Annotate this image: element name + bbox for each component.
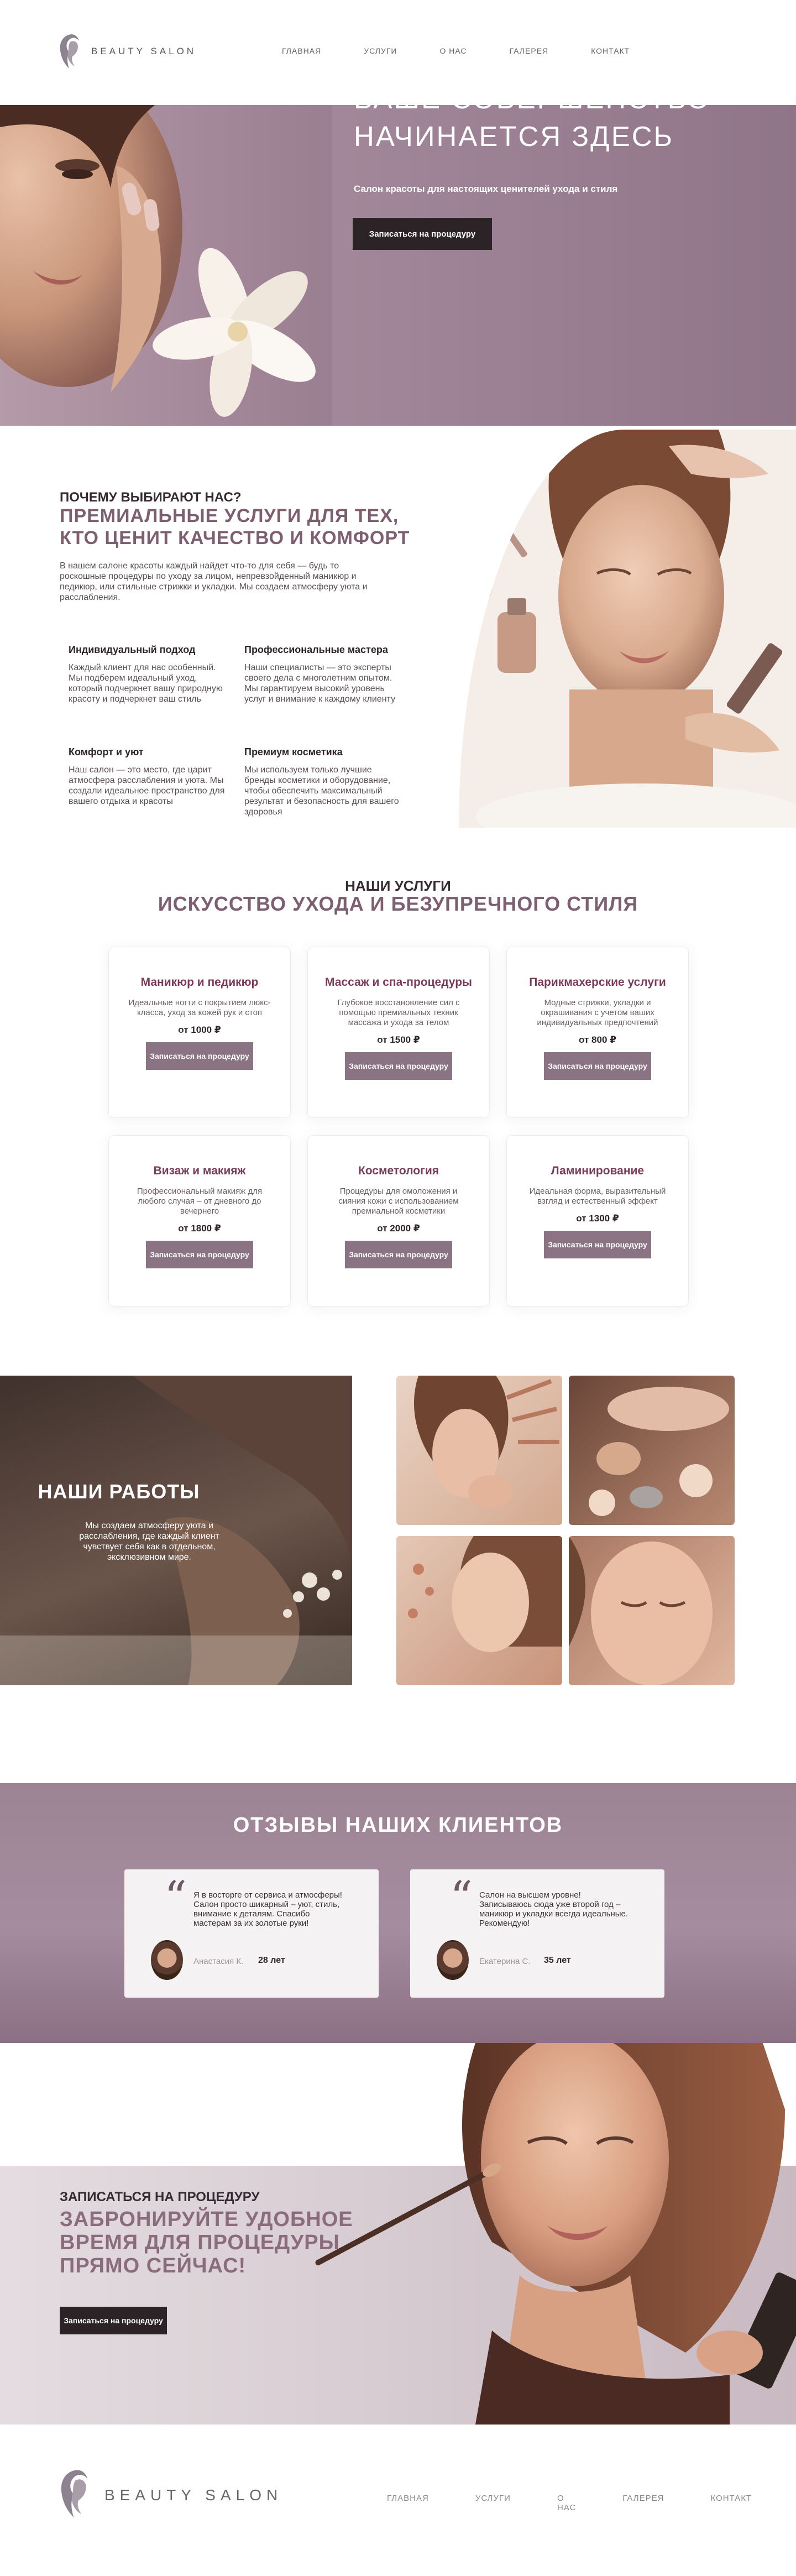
footer-nav-about[interactable]: О НАС bbox=[557, 2494, 576, 2512]
hero-subtitle: Салон красоты для настоящих ценителей ух… bbox=[354, 184, 618, 194]
service-book-button[interactable]: Записаться на процедуру bbox=[544, 1052, 651, 1080]
services-title: ИСКУССТВО УХОДА И БЕЗУПРЕЧНОГО СТИЛЯ bbox=[158, 892, 638, 915]
footer-nav-gallery[interactable]: ГАЛЕРЕЯ bbox=[622, 2494, 664, 2512]
service-text: Профессиональный макияж для любого случа… bbox=[137, 1187, 263, 1216]
review-age: 35 лет bbox=[544, 1956, 571, 1965]
service-card-manicure: Маникюр и педикюр Идеальные ногти с покр… bbox=[108, 947, 291, 1118]
feature-text: Мы используем только лучшие бренды косме… bbox=[244, 765, 399, 817]
logo-face-icon bbox=[57, 2466, 97, 2524]
nav-contact[interactable]: КОНТАКТ bbox=[591, 46, 630, 55]
why-title: ПРЕМИАЛЬНЫЕ УСЛУГИ ДЛЯ ТЕХ, КТО ЦЕНИТ КА… bbox=[60, 505, 410, 548]
feature-comfort: Комфорт и уют Наш салон — это место, где… bbox=[69, 746, 229, 807]
review-text: Салон на высшем уровне! Записываюсь сюда… bbox=[479, 1890, 629, 1928]
works-text: Мы создаем атмосферу уюта и расслабления… bbox=[79, 1521, 219, 1562]
review-name: Анастасия К. bbox=[193, 1957, 244, 1966]
review-card: “ Салон на высшем уровне! Записываюсь сю… bbox=[410, 1869, 664, 1998]
quote-icon: “ bbox=[164, 1872, 187, 1923]
hero-title-line1: ВАШЕ СОВЕРШЕНСТВО bbox=[354, 83, 711, 114]
review-avatar bbox=[437, 1940, 469, 1980]
service-title: Маникюр и педикюр bbox=[140, 976, 259, 989]
why-intro-text: В нашем салоне красоты каждый найдет что… bbox=[60, 561, 368, 602]
service-book-button[interactable]: Записаться на процедуру bbox=[345, 1052, 452, 1080]
review-name: Екатерина С. bbox=[479, 1957, 531, 1966]
nav-about[interactable]: О НАС bbox=[439, 46, 467, 55]
service-book-button[interactable]: Записаться на процедуру bbox=[544, 1231, 651, 1258]
brand-name: BEAUTY SALON bbox=[91, 46, 197, 56]
footer-nav-contact[interactable]: КОНТАКТ bbox=[710, 2494, 752, 2512]
gallery-image-4[interactable] bbox=[569, 1536, 735, 1685]
service-price: от 1000 ₽ bbox=[178, 1025, 221, 1035]
hero-title: ВАШЕ СОВЕРШЕНСТВО НАЧИНАЕТСЯ ЗДЕСЬ bbox=[354, 80, 774, 155]
service-price: от 800 ₽ bbox=[579, 1034, 616, 1045]
main-nav: ГЛАВНАЯ УСЛУГИ О НАС ГАЛЕРЕЯ КОНТАКТ bbox=[282, 46, 672, 55]
nav-services[interactable]: УСЛУГИ bbox=[364, 46, 397, 55]
service-title: Визаж и макияж bbox=[153, 1164, 246, 1177]
facial-treatment-image bbox=[459, 430, 796, 828]
nav-home[interactable]: ГЛАВНАЯ bbox=[282, 46, 321, 55]
review-text: Я в восторге от сервиса и атмосферы! Сал… bbox=[193, 1890, 342, 1928]
booking-title: ЗАБРОНИРУЙТЕ УДОБНОЕ ВРЕМЯ ДЛЯ ПРОЦЕДУРЫ… bbox=[60, 2208, 353, 2277]
service-title: Массаж и спа-процедуры bbox=[325, 976, 472, 989]
booking-kicker: ЗАПИСАТЬСЯ НА ПРОЦЕДУРУ bbox=[60, 2190, 260, 2204]
service-card-massage: Массаж и спа-процедуры Глубокое восстано… bbox=[307, 947, 490, 1118]
service-text: Глубокое восстановление сил с помощью пр… bbox=[337, 998, 460, 1027]
service-price: от 1500 ₽ bbox=[377, 1034, 420, 1045]
feature-title: Индивидуальный подход bbox=[69, 644, 196, 655]
review-card: “ Я в восторге от сервиса и атмосферы! С… bbox=[124, 1869, 379, 1998]
service-text: Идеальные ногти с покрытием люкс-класса,… bbox=[128, 998, 271, 1017]
feature-text: Каждый клиент для нас особенный. Мы подб… bbox=[69, 663, 223, 704]
service-book-button[interactable]: Записаться на процедуру bbox=[146, 1042, 253, 1070]
booking-image bbox=[310, 2043, 796, 2425]
quote-icon: “ bbox=[450, 1872, 473, 1923]
service-price: от 2000 ₽ bbox=[377, 1223, 420, 1234]
feature-individual: Индивидуальный подход Каждый клиент для … bbox=[69, 644, 229, 704]
feature-title: Комфорт и уют bbox=[69, 746, 144, 757]
footer-logo[interactable]: BEAUTY SALON bbox=[57, 2466, 282, 2524]
gallery-image-1[interactable] bbox=[396, 1376, 562, 1525]
service-card-makeup: Визаж и макияж Профессиональный макияж д… bbox=[108, 1135, 291, 1307]
feature-masters: Профессиональные мастера Наши специалист… bbox=[244, 644, 405, 704]
service-card-hair: Парикмахерские услуги Модные стрижки, ук… bbox=[506, 947, 689, 1118]
booking-button[interactable]: Записаться на процедуру bbox=[60, 2307, 167, 2334]
feature-text: Наши специалисты — это эксперты своего д… bbox=[244, 663, 396, 704]
service-title: Ламинирование bbox=[551, 1164, 645, 1177]
service-card-cosmetology: Косметология Процедуры для омоложения и … bbox=[307, 1135, 490, 1307]
service-card-lamination: Ламинирование Идеальная форма, выразител… bbox=[506, 1135, 689, 1307]
service-text: Модные стрижки, укладки и окрашивания с … bbox=[537, 998, 658, 1027]
service-price: от 1300 ₽ bbox=[576, 1213, 619, 1224]
feature-title: Профессиональные мастера bbox=[244, 644, 388, 655]
service-book-button[interactable]: Записаться на процедуру bbox=[345, 1241, 452, 1268]
footer-nav: ГЛАВНАЯ УСЛУГИ О НАС ГАЛЕРЕЯ КОНТАКТ bbox=[387, 2494, 796, 2512]
header-logo[interactable]: BEAUTY SALON bbox=[57, 32, 196, 71]
works-title: НАШИ РАБОТЫ bbox=[38, 1480, 200, 1503]
feature-text: Наш салон — это место, где царит атмосфе… bbox=[69, 765, 225, 806]
review-avatar bbox=[151, 1940, 183, 1980]
feature-title: Премиум косметика bbox=[244, 746, 343, 757]
footer-nav-services[interactable]: УСЛУГИ bbox=[475, 2494, 511, 2512]
service-title: Косметология bbox=[358, 1164, 439, 1177]
hero-book-button[interactable]: Записаться на процедуру bbox=[353, 218, 492, 250]
footer-brand-name: BEAUTY SALON bbox=[104, 2486, 283, 2504]
logo-face-icon bbox=[57, 32, 86, 71]
nav-gallery[interactable]: ГАЛЕРЕЯ bbox=[510, 46, 549, 55]
review-age: 28 лет bbox=[258, 1956, 285, 1965]
service-price: от 1800 ₽ bbox=[178, 1223, 221, 1234]
reviews-title: ОТЗЫВЫ НАШИХ КЛИЕНТОВ bbox=[233, 1814, 563, 1837]
service-text: Процедуры для омоложения и сияния кожи с… bbox=[338, 1187, 459, 1216]
hero-title-line2: НАЧИНАЕТСЯ ЗДЕСЬ bbox=[354, 121, 674, 152]
service-title: Парикмахерские услуги bbox=[529, 976, 666, 989]
why-kicker: ПОЧЕМУ ВЫБИРАЮТ НАС? bbox=[60, 490, 242, 505]
service-text: Идеальная форма, выразительный взгляд и … bbox=[529, 1187, 666, 1206]
feature-cosmetics: Премиум косметика Мы используем только л… bbox=[244, 746, 405, 817]
footer-nav-home[interactable]: ГЛАВНАЯ bbox=[387, 2494, 429, 2512]
gallery-image-2[interactable] bbox=[569, 1376, 735, 1525]
service-book-button[interactable]: Записаться на процедуру bbox=[146, 1241, 253, 1268]
gallery-image-3[interactable] bbox=[396, 1536, 562, 1685]
